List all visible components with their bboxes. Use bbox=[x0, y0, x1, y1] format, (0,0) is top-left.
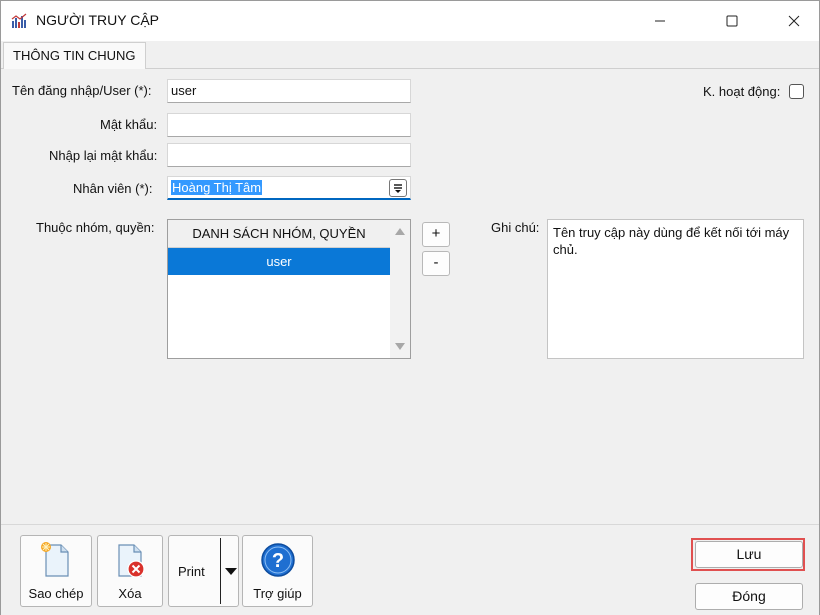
print-button[interactable]: Print bbox=[168, 535, 239, 607]
scroll-down-icon[interactable] bbox=[395, 343, 405, 350]
help-label: Trợ giúp bbox=[253, 586, 302, 601]
chart-app-icon bbox=[11, 13, 27, 28]
inactive-checkbox[interactable] bbox=[789, 84, 804, 99]
employee-label: Nhân viên (*): bbox=[73, 181, 153, 196]
notes-label: Ghi chú: bbox=[491, 220, 540, 235]
dialog-window: NGƯỜI TRUY CẬP THÔNG TIN CHUNG Tên đăng … bbox=[0, 0, 820, 615]
notes-value: Tên truy cập này dùng để kết nối tới máy… bbox=[553, 225, 790, 257]
notes-textarea[interactable]: Tên truy cập này dùng để kết nối tới máy… bbox=[547, 219, 804, 359]
help-icon: ? bbox=[260, 543, 295, 577]
scroll-up-icon[interactable] bbox=[395, 228, 405, 235]
confirm-password-field[interactable] bbox=[167, 143, 411, 167]
delete-document-icon bbox=[118, 544, 145, 578]
employee-dropdown-button[interactable] bbox=[389, 179, 407, 197]
username-field[interactable]: user bbox=[167, 79, 411, 103]
maximize-icon bbox=[726, 15, 738, 27]
groups-listbox[interactable]: DANH SÁCH NHÓM, QUYỀN user bbox=[167, 219, 411, 359]
print-label: Print bbox=[178, 564, 205, 579]
groups-list-header: DANH SÁCH NHÓM, QUYỀN bbox=[168, 220, 390, 248]
remove-group-button[interactable]: - bbox=[422, 251, 450, 276]
password-label: Mật khẩu: bbox=[100, 117, 158, 132]
username-label: Tên đăng nhập/User (*): bbox=[12, 83, 152, 98]
username-value: user bbox=[171, 83, 197, 98]
groups-label: Thuộc nhóm, quyền: bbox=[36, 220, 155, 235]
add-group-button[interactable]: + bbox=[422, 222, 450, 247]
maximize-button[interactable] bbox=[709, 1, 755, 41]
close-window-button[interactable] bbox=[771, 1, 817, 41]
confirm-password-label: Nhập lại mật khẩu: bbox=[49, 148, 158, 163]
groups-scrollbar[interactable] bbox=[390, 220, 410, 358]
tab-general-info[interactable]: THÔNG TIN CHUNG bbox=[3, 42, 146, 69]
highlight-box bbox=[691, 538, 805, 571]
inactive-label: K. hoạt động: bbox=[703, 84, 781, 99]
minimize-icon bbox=[655, 20, 665, 22]
copy-document-icon bbox=[41, 542, 69, 577]
window-title: NGƯỜI TRUY CẬP bbox=[36, 12, 160, 28]
title-bar: NGƯỜI TRUY CẬP bbox=[1, 1, 819, 41]
help-button[interactable]: ? Trợ giúp bbox=[242, 535, 313, 607]
delete-label: Xóa bbox=[118, 586, 142, 601]
minimize-button[interactable] bbox=[637, 1, 683, 41]
general-info-panel: Tên đăng nhập/User (*): user K. hoạt độn… bbox=[1, 69, 819, 524]
copy-button[interactable]: Sao chép bbox=[20, 535, 92, 607]
password-field[interactable] bbox=[167, 113, 411, 137]
list-item[interactable]: user bbox=[168, 248, 390, 275]
svg-text:?: ? bbox=[271, 550, 283, 572]
employee-value: Hoàng Thị Tâm bbox=[171, 180, 263, 195]
copy-label: Sao chép bbox=[28, 586, 84, 601]
dropdown-menu-icon bbox=[394, 184, 402, 193]
employee-combobox[interactable]: Hoàng Thị Tâm bbox=[167, 176, 411, 200]
close-button[interactable]: Đóng bbox=[695, 583, 803, 610]
print-divider bbox=[220, 538, 221, 604]
tab-strip: THÔNG TIN CHUNG bbox=[1, 41, 819, 69]
delete-button[interactable]: Xóa bbox=[97, 535, 163, 607]
print-dropdown-icon[interactable] bbox=[225, 568, 237, 575]
close-icon bbox=[788, 15, 800, 27]
